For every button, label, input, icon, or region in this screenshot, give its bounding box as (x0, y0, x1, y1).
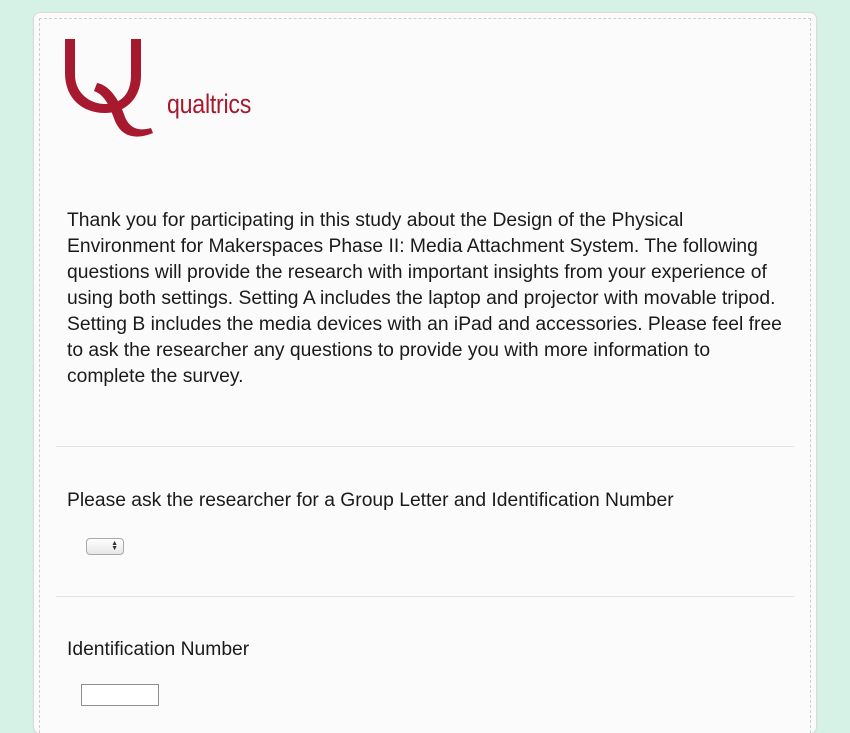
brand-name: qualtrics (167, 89, 252, 119)
survey-panel: qualtrics Thank you for participating in… (34, 13, 816, 733)
question-identification-number-text: Identification Number (67, 639, 250, 660)
question-divider (56, 596, 794, 597)
qualtrics-logo: qualtrics (61, 37, 266, 137)
select-arrows-icon: ▲ ▼ (111, 540, 118, 552)
question-group-letter-text: Please ask the researcher for a Group Le… (67, 490, 674, 511)
identification-number-input[interactable] (81, 684, 159, 706)
question-divider (56, 446, 794, 447)
intro-text: Thank you for participating in this stud… (67, 210, 782, 387)
survey-panel-inner: qualtrics Thank you for participating in… (39, 18, 811, 733)
qualtrics-q-icon (65, 39, 153, 137)
group-letter-select[interactable]: ▲ ▼ (86, 538, 124, 555)
